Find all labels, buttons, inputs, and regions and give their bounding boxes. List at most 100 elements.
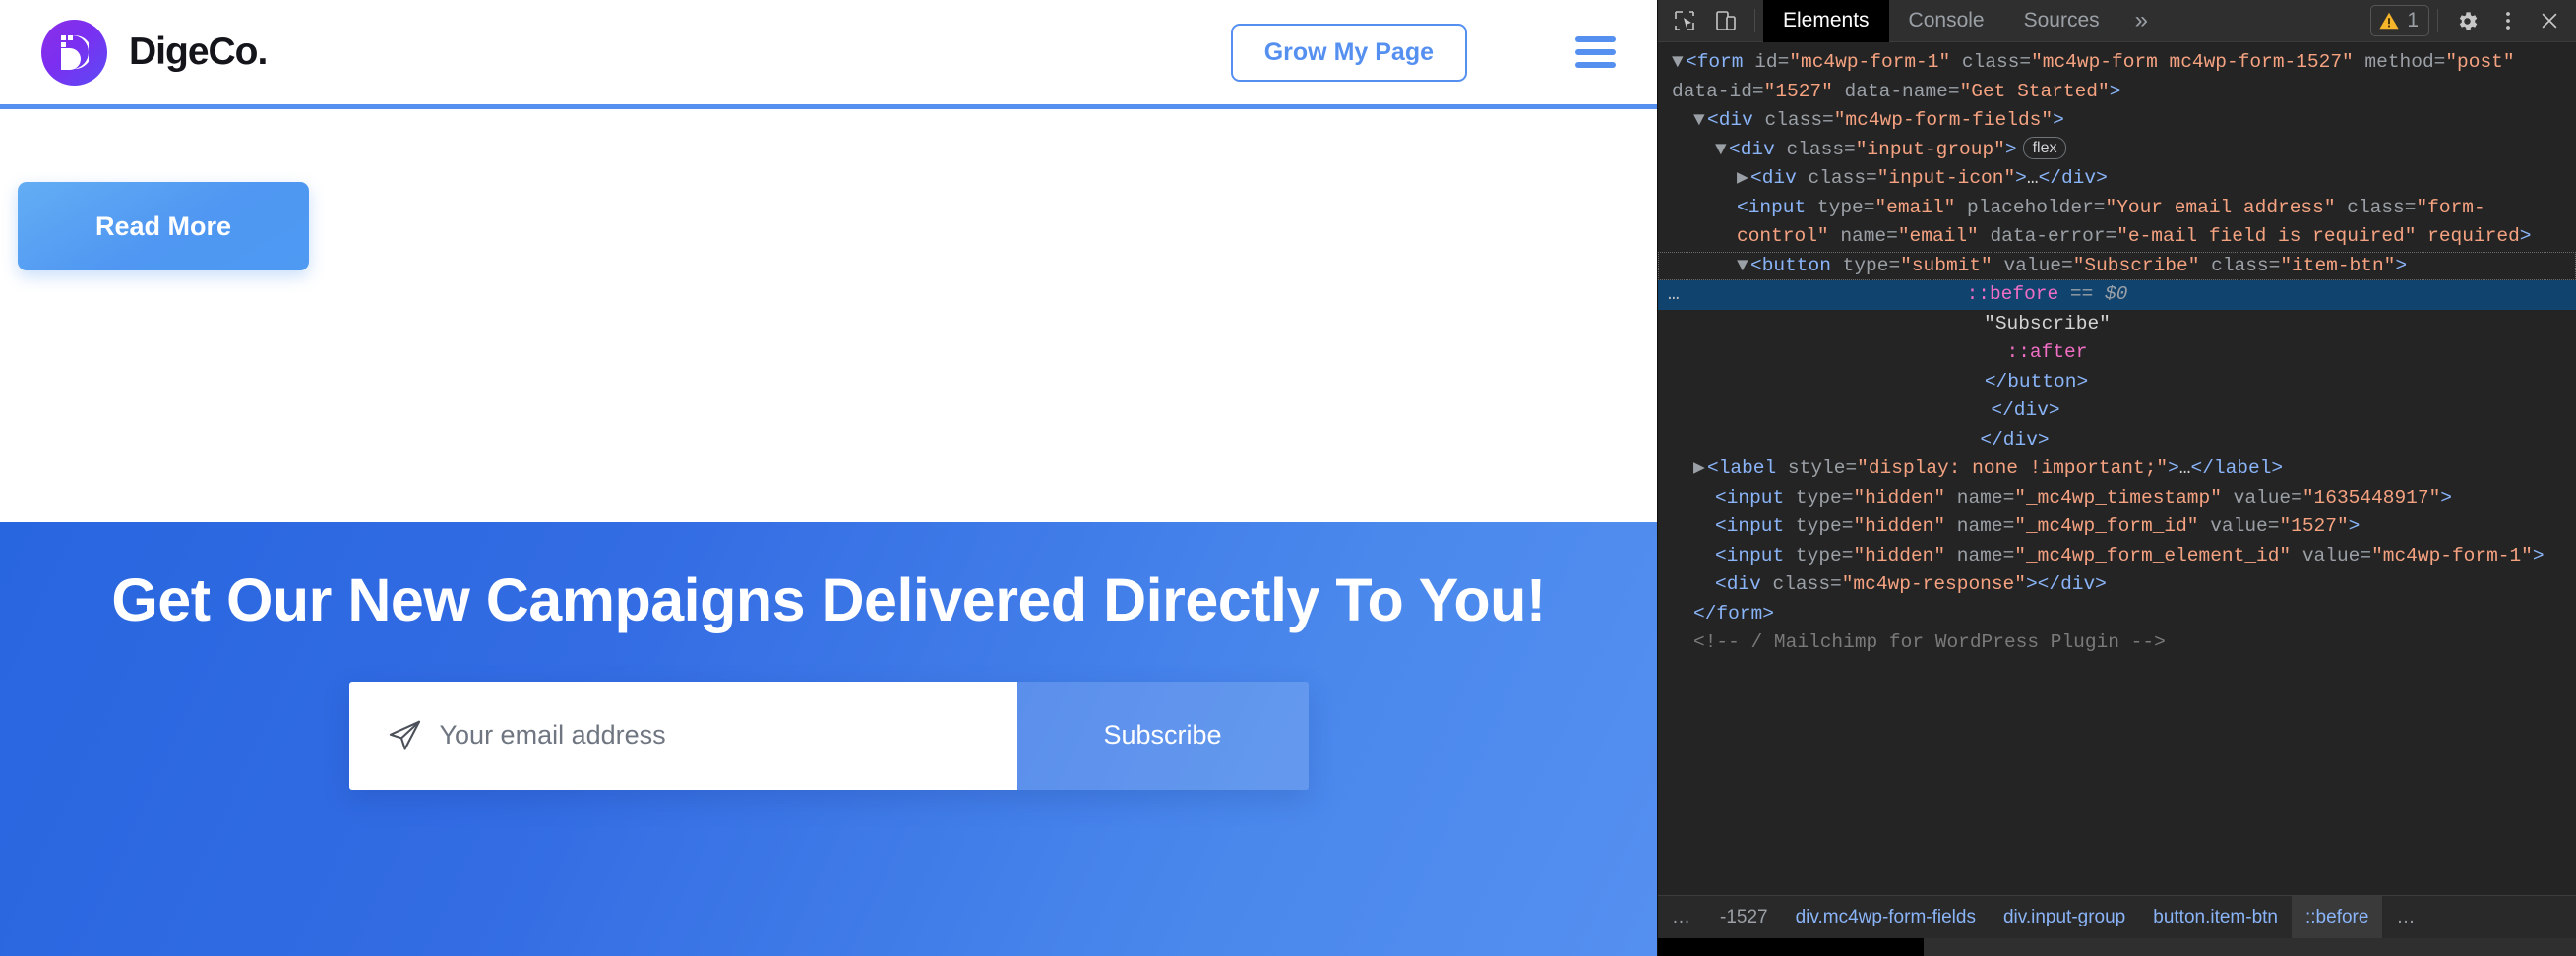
grow-my-page-button[interactable]: Grow My Page xyxy=(1230,23,1467,82)
dom-token: class xyxy=(1764,109,1823,131)
expand-arrow-icon[interactable]: ▼ xyxy=(1672,48,1686,78)
mc4wp-subscribe-form: Subscribe xyxy=(348,681,1309,790)
dom-token: > xyxy=(2532,544,2545,567)
breadcrumb-item[interactable]: button.item-btn xyxy=(2139,896,2292,938)
breadcrumb-item[interactable]: -1527 xyxy=(1706,896,1782,938)
dom-token: = xyxy=(2105,225,2117,247)
breadcrumb-item[interactable]: div.input-group xyxy=(1990,896,2139,938)
dom-token: = xyxy=(1822,109,1834,131)
dom-token: "email" xyxy=(1897,225,1979,247)
dom-node[interactable]: ▶ <label style="display: none !important;… xyxy=(1658,454,2576,484)
expand-arrow-icon[interactable]: ▼ xyxy=(1715,136,1729,165)
dom-token: class xyxy=(1786,138,1845,160)
collapse-arrow-icon[interactable]: ▶ xyxy=(1737,164,1750,194)
dom-token: = xyxy=(1863,196,1875,218)
dom-node[interactable]: <input type="hidden" name="_mc4wp_form_e… xyxy=(1658,542,2576,571)
dom-token: "e-mail field is required" xyxy=(2116,225,2417,247)
flex-badge[interactable]: flex xyxy=(2022,136,2067,159)
dom-node[interactable]: ▼ <form id="mc4wp-form-1" class="mc4wp-fo… xyxy=(1658,48,2576,106)
tab-sources[interactable]: Sources xyxy=(2004,0,2119,42)
dom-node[interactable]: ▼ <button type="submit" value="Subscribe"… xyxy=(1658,251,2576,281)
more-options-icon[interactable] xyxy=(2489,4,2527,37)
gear-icon[interactable] xyxy=(2448,4,2485,37)
dom-node[interactable]: </button> xyxy=(1658,368,2576,397)
dom-token: data-name xyxy=(1832,80,1948,102)
collapse-arrow-icon[interactable]: ▶ xyxy=(1693,454,1707,484)
dom-token: "1635448917" xyxy=(2301,486,2441,508)
dom-token: > xyxy=(2168,457,2179,479)
dom-node[interactable]: </div> xyxy=(1658,426,2576,455)
dom-token: > xyxy=(2395,254,2408,276)
dom-node[interactable]: </form> xyxy=(1658,600,2576,629)
dom-node[interactable]: </div> xyxy=(1658,396,2576,426)
devtools-footer xyxy=(1658,938,2576,956)
dom-token: type xyxy=(1816,196,1864,218)
dom-node[interactable]: ▼ <div class="mc4wp-form-fields"> xyxy=(1658,106,2576,136)
brand-logo[interactable]: DigeCo. xyxy=(41,19,268,86)
dom-token: = xyxy=(2002,486,2015,508)
dom-node[interactable]: <input type="hidden" name="_mc4wp_timest… xyxy=(1658,484,2576,513)
breadcrumb-item[interactable]: … xyxy=(2382,896,2430,938)
dom-node[interactable]: "Subscribe" xyxy=(1658,310,2576,339)
breadcrumb-item[interactable]: … xyxy=(1658,896,1706,938)
dom-token: = xyxy=(2268,254,2281,276)
expand-arrow-icon[interactable]: ▼ xyxy=(1693,106,1707,136)
web-page-viewport: DigeCo. Grow My Page Read More Get Our N… xyxy=(0,0,1657,956)
email-input-wrapper[interactable] xyxy=(348,681,1017,790)
hamburger-menu-icon[interactable] xyxy=(1575,36,1616,68)
hamburger-bar xyxy=(1575,36,1616,42)
dom-node-selected[interactable]: …::before == $0 xyxy=(1658,280,2576,310)
dom-token: </button> xyxy=(1984,370,2089,392)
dom-token: = xyxy=(1841,486,1854,508)
close-icon[interactable] xyxy=(2531,4,2568,37)
dom-token: </label> xyxy=(2190,457,2284,479)
dom-token: "input-icon" xyxy=(1876,167,2016,189)
header-actions: Grow My Page xyxy=(1230,23,1657,82)
dom-token: "_mc4wp_timestamp" xyxy=(2014,486,2222,508)
dom-token: class xyxy=(1808,167,1867,189)
dom-token: "mc4wp-form mc4wp-form-1527" xyxy=(2031,51,2354,73)
dom-node[interactable]: <div class="mc4wp-response"></div> xyxy=(1658,570,2576,600)
devtools-toolbar: Elements Console Sources » 1 xyxy=(1658,0,2576,42)
devtools-panel: Elements Console Sources » 1 ▼ <form id=… xyxy=(1657,0,2576,956)
dom-token: = xyxy=(1830,573,1842,595)
warning-badge[interactable]: 1 xyxy=(2370,5,2429,36)
dom-token: = xyxy=(1886,225,1898,247)
dom-token: "1527" xyxy=(2279,515,2349,537)
read-more-button[interactable]: Read More xyxy=(18,182,309,270)
paper-plane-icon xyxy=(385,716,424,755)
dom-node[interactable]: ▶ <div class="input-icon">…</div> xyxy=(1658,164,2576,194)
dom-node[interactable]: <input type="email" placeholder="Your em… xyxy=(1658,194,2576,252)
dom-token: class xyxy=(2335,196,2405,218)
dom-token: = xyxy=(2019,51,2032,73)
tab-elements[interactable]: Elements xyxy=(1763,0,1889,42)
dom-node[interactable]: <input type="hidden" name="_mc4wp_form_i… xyxy=(1658,512,2576,542)
tab-console[interactable]: Console xyxy=(1889,0,2004,42)
dom-token: > xyxy=(2004,138,2017,160)
dom-token: "post" xyxy=(2445,51,2515,73)
brand-name: DigeCo. xyxy=(129,30,268,73)
dom-node[interactable]: <!-- / Mailchimp for WordPress Plugin --… xyxy=(1658,628,2576,658)
dom-token: = xyxy=(1866,167,1877,189)
email-input[interactable] xyxy=(423,720,1017,751)
warning-triangle-icon xyxy=(2379,12,2399,30)
dom-token: ::after xyxy=(2006,341,2088,363)
dom-node[interactable]: ::after xyxy=(1658,338,2576,368)
dom-token: "1527" xyxy=(1763,80,1833,102)
expand-arrow-icon[interactable]: ▼ xyxy=(1737,252,1750,281)
breadcrumb-item[interactable]: ::before xyxy=(2292,896,2383,938)
warning-count: 1 xyxy=(2407,9,2419,31)
dom-tree[interactable]: ▼ <form id="mc4wp-form-1" class="mc4wp-fo… xyxy=(1658,42,2576,895)
dom-token: "mc4wp-form-1" xyxy=(1789,51,1951,73)
dom-token: = xyxy=(2291,486,2302,508)
dom-token: "hidden" xyxy=(1853,486,1946,508)
device-toolbar-icon[interactable] xyxy=(1707,4,1745,37)
more-tabs-icon[interactable]: » xyxy=(2119,7,2164,34)
inspect-element-icon[interactable] xyxy=(1666,4,1703,37)
subscribe-button[interactable]: Subscribe xyxy=(1016,681,1309,790)
breadcrumb-item[interactable]: div.mc4wp-form-fields xyxy=(1782,896,1990,938)
dom-node[interactable]: ▼ <div class="input-group"> flex xyxy=(1658,136,2576,165)
dom-token: name xyxy=(1945,544,2003,567)
dom-token: "submit" xyxy=(1900,254,1993,276)
breadcrumb[interactable]: … -1527 div.mc4wp-form-fields div.input-gro… xyxy=(1658,895,2576,938)
